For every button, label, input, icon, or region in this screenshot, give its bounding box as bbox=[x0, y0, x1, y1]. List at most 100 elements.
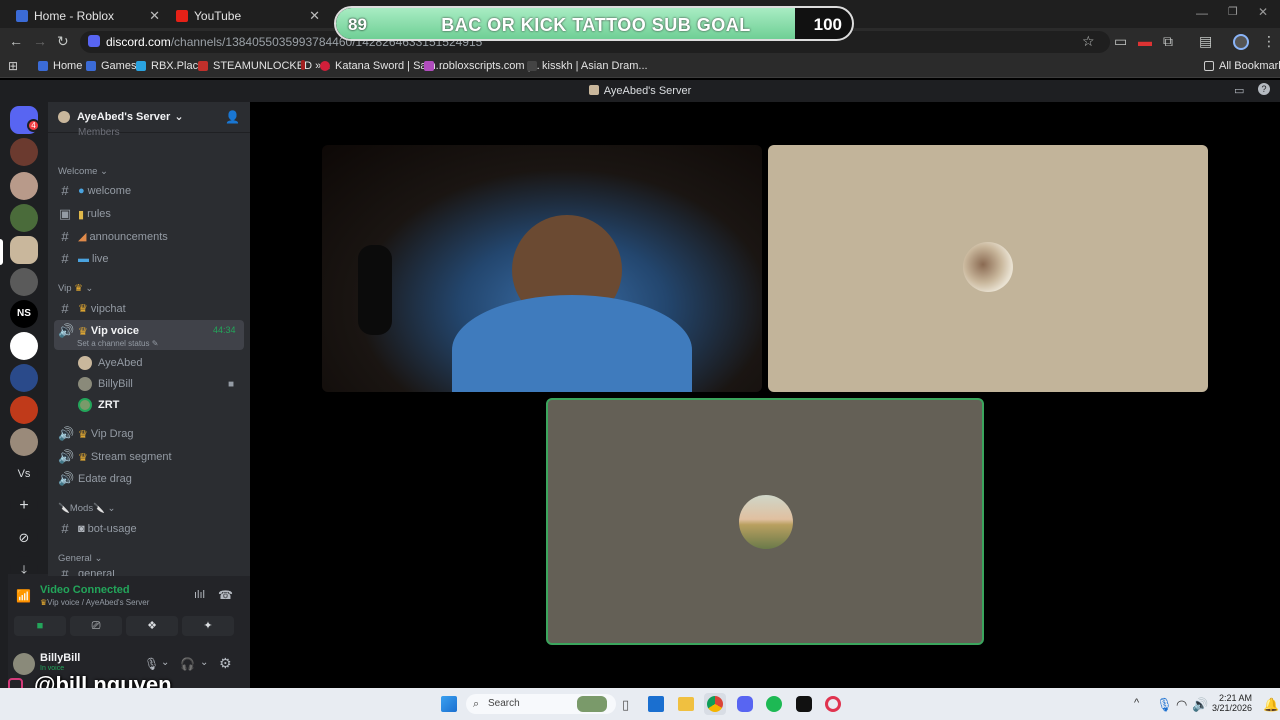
clock[interactable]: 2:21 AM 3/21/2026 bbox=[1212, 693, 1252, 713]
activities-button[interactable]: ❖ bbox=[126, 616, 178, 636]
server-vs-icon[interactable]: Vs bbox=[10, 460, 38, 488]
server-icon[interactable] bbox=[10, 428, 38, 456]
bookmark-robloxscripts[interactable]: robloxscripts.com |... bbox=[424, 60, 540, 72]
bookmark-kisskh[interactable]: kisskh | Asian Dram... bbox=[527, 60, 648, 72]
signal-icon[interactable]: 📶 bbox=[16, 589, 31, 603]
all-bookmarks[interactable]: All Bookmarks bbox=[1204, 60, 1280, 72]
voice-location[interactable]: ♛Vip voice / AyeAbed's Server bbox=[40, 598, 149, 607]
channel-vipchat[interactable]: # ♛ vipchat bbox=[58, 301, 125, 316]
channel-live[interactable]: # ▬ live bbox=[58, 251, 108, 266]
screen-share-button[interactable]: ⎚ bbox=[70, 616, 122, 636]
close-tab-icon[interactable]: ✕ bbox=[149, 8, 160, 24]
close-window-icon[interactable]: ✕ bbox=[1258, 5, 1268, 19]
forward-icon[interactable]: → bbox=[33, 33, 47, 49]
profile-avatar[interactable] bbox=[1233, 34, 1249, 50]
extension-icon[interactable]: ▭ bbox=[1114, 33, 1127, 50]
soundboard-button[interactable]: ✦ bbox=[182, 616, 234, 636]
start-icon[interactable] bbox=[441, 696, 457, 712]
invite-icon[interactable]: 👤 bbox=[225, 110, 240, 124]
server-icon[interactable] bbox=[10, 364, 38, 392]
category-general[interactable]: General ⌄ bbox=[58, 553, 102, 564]
server-ayeabed-icon[interactable] bbox=[10, 236, 38, 264]
server-icon[interactable] bbox=[10, 332, 38, 360]
wifi-icon[interactable]: ◠ bbox=[1176, 697, 1187, 713]
server-header[interactable]: AyeAbed's Server ⌄ 👤 bbox=[58, 110, 240, 124]
microphone-icon[interactable]: 🎙 bbox=[1156, 697, 1173, 713]
headphones-icon[interactable]: 🎧 bbox=[180, 657, 195, 671]
settings-gear-icon[interactable]: ⚙ bbox=[219, 655, 232, 672]
minimize-icon[interactable]: — bbox=[1196, 6, 1208, 20]
channel-edate-drag[interactable]: 🔊 Edate drag bbox=[58, 471, 132, 487]
chrome-icon[interactable] bbox=[707, 696, 723, 712]
bookmark-games[interactable]: Games bbox=[86, 60, 136, 72]
user-avatar[interactable] bbox=[13, 653, 35, 675]
channel-bot-usage[interactable]: # ◙ bot-usage bbox=[58, 521, 136, 536]
voice-member[interactable]: AyeAbed bbox=[78, 356, 142, 370]
back-icon[interactable]: ← bbox=[9, 33, 23, 49]
video-tile-zrt[interactable] bbox=[546, 398, 984, 645]
video-connected-status[interactable]: Video Connected bbox=[40, 584, 130, 596]
category-welcome[interactable]: Welcome ⌄ bbox=[58, 166, 108, 177]
star-icon[interactable]: ☆ bbox=[1082, 33, 1095, 50]
file-explorer-icon[interactable] bbox=[678, 697, 694, 711]
extension-red-icon[interactable]: ▬ bbox=[1138, 33, 1152, 49]
server-icon[interactable] bbox=[10, 172, 38, 200]
reload-icon[interactable]: ↻ bbox=[57, 33, 69, 50]
discord-icon[interactable] bbox=[737, 696, 753, 712]
channel-rules[interactable]: ▣ ▮ rules bbox=[58, 206, 111, 222]
apps-icon[interactable]: ⊞ bbox=[8, 59, 18, 73]
category-vip[interactable]: Vip ♛ ⌄ bbox=[58, 283, 93, 294]
noise-suppression-icon[interactable]: ılıl bbox=[194, 589, 205, 601]
channel-vip-voice[interactable]: 🔊 ♛ Vip voice bbox=[58, 323, 139, 339]
chevron-up-icon[interactable]: ^ bbox=[1134, 697, 1139, 709]
bookmark-rbxplace[interactable]: RBX.Place bbox=[136, 60, 204, 72]
channel-announcements[interactable]: # ◢ announcements bbox=[58, 229, 167, 244]
app-icon[interactable] bbox=[796, 696, 812, 712]
members-item-cut[interactable]: Members bbox=[78, 128, 120, 136]
puzzle-icon[interactable]: ⧉ bbox=[1163, 33, 1173, 50]
video-tile-billybill[interactable] bbox=[768, 145, 1208, 392]
channel-welcome[interactable]: # ● welcome bbox=[58, 183, 131, 198]
video-tile-ayeabed[interactable] bbox=[322, 145, 762, 392]
bookmark-home[interactable]: Home bbox=[38, 60, 82, 72]
volume-icon[interactable]: 🔊 bbox=[1192, 697, 1208, 713]
restore-icon[interactable]: ❐ bbox=[1228, 5, 1238, 18]
user-name[interactable]: BillyBill bbox=[40, 652, 80, 664]
discover-icon[interactable]: ⊘ bbox=[10, 524, 38, 552]
help-icon[interactable]: ? bbox=[1258, 83, 1270, 95]
chevron-down-icon[interactable]: ⌄ bbox=[161, 657, 169, 668]
search-highlight-image bbox=[577, 696, 607, 712]
opera-icon[interactable] bbox=[825, 696, 841, 712]
set-channel-status[interactable]: Set a channel status ✎ bbox=[77, 339, 158, 348]
inbox-icon[interactable]: ▭ bbox=[1234, 84, 1244, 97]
tab-youtube[interactable]: YouTube ✕ bbox=[166, 3, 326, 28]
spotify-icon[interactable] bbox=[766, 696, 782, 712]
server-icon[interactable] bbox=[10, 268, 38, 296]
voice-member[interactable]: BillyBill bbox=[78, 377, 133, 391]
server-icon[interactable] bbox=[10, 138, 38, 166]
person-shirt bbox=[452, 295, 692, 392]
channel-vip-drag[interactable]: 🔊 ♛ Vip Drag bbox=[58, 426, 133, 442]
bookmark-steamunlocked[interactable]: STEAMUNLOCKED »... bbox=[198, 60, 330, 72]
sidepanel-icon[interactable]: ▤ bbox=[1199, 33, 1212, 50]
mouse-icon[interactable]: ▯ bbox=[622, 697, 629, 713]
server-ns-icon[interactable]: NS bbox=[10, 300, 38, 328]
menu-icon[interactable]: ⋮ bbox=[1262, 33, 1276, 50]
close-tab-icon[interactable]: ✕ bbox=[309, 8, 320, 24]
bookmark-red-dot[interactable] bbox=[301, 60, 310, 70]
robot-emoji-icon: ◙ bbox=[78, 522, 85, 535]
crown-icon: ♛ bbox=[74, 283, 83, 294]
server-icon[interactable] bbox=[10, 204, 38, 232]
chevron-down-icon[interactable]: ⌄ bbox=[200, 657, 208, 668]
add-server-icon[interactable]: + bbox=[10, 492, 38, 520]
tab-roblox[interactable]: Home - Roblox ✕ bbox=[6, 3, 166, 28]
voice-member[interactable]: ZRT bbox=[78, 398, 119, 412]
category-mods[interactable]: 🔪Mods🔪 ⌄ bbox=[58, 503, 116, 514]
camera-button[interactable]: ■ bbox=[14, 616, 66, 636]
notification-bell-icon[interactable]: 🔔 bbox=[1263, 697, 1279, 713]
server-icon[interactable] bbox=[10, 396, 38, 424]
disconnect-icon[interactable]: ☎ bbox=[218, 588, 233, 602]
app-icon[interactable] bbox=[648, 696, 664, 712]
channel-stream-segment[interactable]: 🔊 ♛ Stream segment bbox=[58, 449, 172, 465]
microphone-icon[interactable]: 🎙 bbox=[144, 657, 159, 671]
